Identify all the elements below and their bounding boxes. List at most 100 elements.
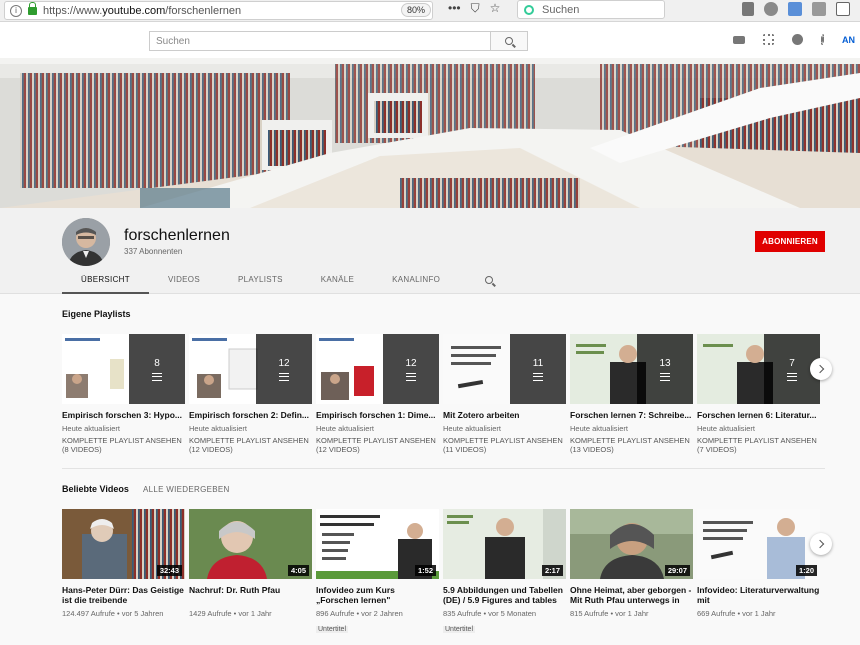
video-views: 1429 Aufrufe • vor 1 Jahr: [189, 609, 272, 618]
playlist-icon: [152, 372, 162, 381]
browser-search-placeholder: Suchen: [542, 3, 580, 16]
header-icons: AN: [733, 34, 855, 45]
video-title[interactable]: Infovideo zum Kurs „Forschen lernen": [316, 585, 439, 605]
url-text[interactable]: https://www.youtube.com/forschenlernen: [43, 5, 241, 17]
pocket-icon[interactable]: ⛉: [471, 1, 480, 16]
view-full-playlist-link[interactable]: KOMPLETTE PLAYLIST ANSEHEN (13 VIDEOS): [570, 436, 693, 454]
video-thumbnail[interactable]: 29:07: [570, 509, 693, 579]
playlist-card[interactable]: 13 Forschen lernen 7: Schreibe... Heute …: [570, 334, 693, 454]
browser-toolbar: i https://www.youtube.com/forschenlernen…: [0, 0, 860, 22]
video-views: 896 Aufrufe • vor 2 Jahren: [316, 609, 403, 618]
tab-about[interactable]: KANALINFO: [373, 266, 459, 294]
settings-menu-icon[interactable]: [821, 34, 824, 45]
playlist-card[interactable]: 7 Forschen lernen 6: Literatur... Heute …: [697, 334, 820, 454]
playlist-title[interactable]: Empirisch forschen 2: Defin...: [189, 410, 312, 420]
bookmark-star-icon[interactable]: ☆: [490, 1, 501, 16]
zoom-level-badge[interactable]: 80%: [401, 3, 431, 17]
view-full-playlist-link[interactable]: KOMPLETTE PLAYLIST ANSEHEN (12 VIDEOS): [316, 436, 439, 454]
tab-overview[interactable]: ÜBERSICHT: [62, 266, 149, 294]
view-full-playlist-link[interactable]: KOMPLETTE PLAYLIST ANSEHEN (12 VIDEOS): [189, 436, 312, 454]
playlist-icon: [406, 372, 416, 381]
messages-icon[interactable]: [792, 34, 803, 45]
playlist-title[interactable]: Forschen lernen 7: Schreibe...: [570, 410, 693, 420]
extension-icon[interactable]: [764, 2, 778, 16]
video-card[interactable]: 2:17 5.9 Abbildungen und Tabellen (DE) /…: [443, 509, 566, 636]
channel-avatar[interactable]: [62, 218, 110, 266]
video-title[interactable]: Hans-Peter Dürr: Das Geistige ist die tr…: [62, 585, 185, 605]
view-full-playlist-link[interactable]: KOMPLETTE PLAYLIST ANSEHEN (8 VIDEOS): [62, 436, 185, 454]
playlist-thumbnail[interactable]: 13: [570, 334, 693, 404]
subtitles-badge: Untertitel: [443, 626, 476, 633]
reader-icon[interactable]: [812, 2, 826, 16]
playlist-icon: [787, 372, 797, 381]
play-all-link[interactable]: ALLE WIEDERGEBEN: [143, 485, 230, 494]
tab-playlists[interactable]: PLAYLISTS: [219, 266, 302, 294]
playlist-thumbnail[interactable]: 8: [62, 334, 185, 404]
playlist-title[interactable]: Mit Zotero arbeiten: [443, 410, 566, 420]
video-thumbnail[interactable]: 1:20: [697, 509, 820, 579]
document-icon[interactable]: [788, 2, 802, 16]
videos-next-button[interactable]: [810, 533, 832, 555]
browser-search-field[interactable]: Suchen: [517, 0, 665, 19]
playlist-title[interactable]: Forschen lernen 6: Literatur...: [697, 410, 820, 420]
playlist-card[interactable]: 8 Empirisch forschen 3: Hypo... Heute ak…: [62, 334, 185, 454]
video-thumbnail[interactable]: 2:17: [443, 509, 566, 579]
video-thumbnail[interactable]: 4:05: [189, 509, 312, 579]
video-card[interactable]: 29:07 Ohne Heimat, aber geborgen - Mit R…: [570, 509, 693, 636]
video-card[interactable]: 1:20 Infovideo: Literaturverwaltung mit …: [697, 509, 820, 636]
video-views: 124.497 Aufrufe • vor 5 Jahren: [62, 609, 164, 618]
playlist-card[interactable]: 11 Mit Zotero arbeiten Heute aktualisier…: [443, 334, 566, 454]
playlist-thumbnail[interactable]: 7: [697, 334, 820, 404]
playlist-title[interactable]: Empirisch forschen 3: Hypo...: [62, 410, 185, 420]
playlist-card[interactable]: 12 Empirisch forschen 2: Defin... Heute …: [189, 334, 312, 454]
playlist-thumbnail[interactable]: 11: [443, 334, 566, 404]
sidebar-icon[interactable]: [836, 2, 850, 16]
video-card[interactable]: 32:43 Hans-Peter Dürr: Das Geistige ist …: [62, 509, 185, 636]
subscribe-button[interactable]: ABONNIEREN: [755, 231, 825, 252]
youtube-header: Suchen AN: [0, 22, 860, 58]
video-duration: 32:43: [156, 565, 182, 576]
subtitles-badge: Untertitel: [316, 626, 349, 633]
playlist-count-overlay: 12: [256, 334, 312, 404]
page-actions: ••• ⛉ ☆: [448, 1, 500, 16]
video-title[interactable]: Nachruf: Dr. Ruth Pfau: [189, 585, 312, 605]
playlist-thumbnail[interactable]: 12: [316, 334, 439, 404]
search-icon: [485, 276, 494, 284]
video-thumbnail[interactable]: 32:43: [62, 509, 185, 579]
info-icon[interactable]: i: [10, 4, 22, 17]
playlists-row: 8 Empirisch forschen 3: Hypo... Heute ak…: [62, 334, 820, 454]
apps-grid-icon[interactable]: [763, 34, 774, 45]
video-title[interactable]: Infovideo: Literaturverwaltung mit: [697, 585, 820, 605]
browser-toolbar-icons: [742, 2, 850, 16]
video-card[interactable]: 1:52 Infovideo zum Kurs „Forschen lernen…: [316, 509, 439, 636]
video-title[interactable]: 5.9 Abbildungen und Tabellen (DE) / 5.9 …: [443, 585, 566, 605]
video-card[interactable]: 4:05 Nachruf: Dr. Ruth Pfau 1429 Aufrufe…: [189, 509, 312, 636]
playlist-icon: [660, 372, 670, 381]
playlist-count-overlay: 8: [129, 334, 185, 404]
playlists-next-button[interactable]: [810, 358, 832, 380]
video-views: 669 Aufrufe • vor 1 Jahr: [697, 609, 776, 618]
library-icon[interactable]: [742, 2, 754, 16]
playlist-card[interactable]: 12 Empirisch forschen 1: Dime... Heute a…: [316, 334, 439, 454]
tab-channels[interactable]: KANÄLE: [302, 266, 373, 294]
channel-search-button[interactable]: [459, 266, 519, 294]
chevron-right-icon: [815, 364, 825, 374]
video-duration: 1:52: [414, 565, 436, 576]
subscriber-count: 337 Abonnenten: [124, 247, 183, 256]
playlist-updated: Heute aktualisiert: [189, 424, 247, 433]
playlist-thumbnail[interactable]: 12: [189, 334, 312, 404]
youtube-search-button[interactable]: [490, 31, 528, 51]
upload-video-icon[interactable]: [733, 35, 745, 44]
view-full-playlist-link[interactable]: KOMPLETTE PLAYLIST ANSEHEN (7 VIDEOS): [697, 436, 820, 454]
address-bar[interactable]: i https://www.youtube.com/forschenlernen: [4, 1, 433, 20]
view-full-playlist-link[interactable]: KOMPLETTE PLAYLIST ANSEHEN (11 VIDEOS): [443, 436, 566, 454]
playlist-count-overlay: 11: [510, 334, 566, 404]
video-thumbnail[interactable]: 1:52: [316, 509, 439, 579]
video-title[interactable]: Ohne Heimat, aber geborgen - Mit Ruth Pf…: [570, 585, 693, 605]
playlist-title[interactable]: Empirisch forschen 1: Dime...: [316, 410, 439, 420]
search-icon: [505, 37, 513, 45]
sign-in-link[interactable]: AN: [842, 35, 855, 45]
youtube-search-input[interactable]: Suchen: [149, 31, 491, 51]
more-actions-icon[interactable]: •••: [448, 1, 461, 16]
tab-videos[interactable]: VIDEOS: [149, 266, 219, 294]
